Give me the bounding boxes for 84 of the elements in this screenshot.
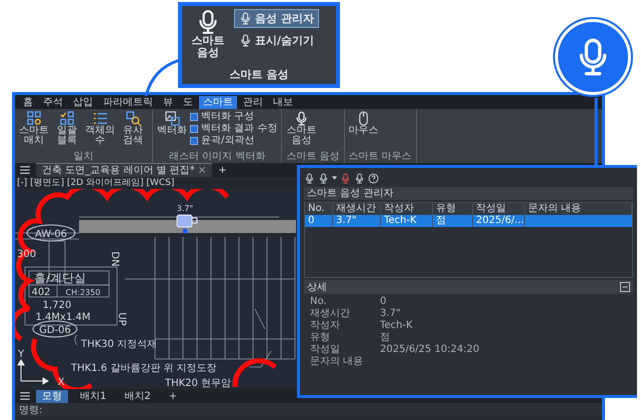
collapse-icon[interactable] xyxy=(620,282,630,292)
ribbon-tab[interactable]: 도 xyxy=(179,96,197,108)
ucs-axis-icon xyxy=(17,359,49,385)
drawing-text: 1,720 xyxy=(42,300,72,311)
smart-voice-button[interactable]: 스마트 음성 xyxy=(186,9,230,59)
table-cell: 2025/6/... xyxy=(473,215,525,227)
ribbon-tab[interactable]: 스마트 xyxy=(199,96,237,108)
field-value: 2025/6/25 10:24:20 xyxy=(380,344,480,356)
field-value: 3.7" xyxy=(380,308,402,320)
field-label: 문자의 내용 xyxy=(310,356,364,368)
ribbon-tab[interactable]: 관리 xyxy=(239,96,267,108)
ribbon-group-label: 일치 xyxy=(72,151,94,162)
drawing-text: 1.4Mx1.4M xyxy=(36,312,90,323)
field-label: 재생시간 xyxy=(310,308,351,320)
ribbon-group-label: 스마트 마우스 xyxy=(348,151,412,162)
search-icon xyxy=(126,111,140,126)
drawing-text: DN xyxy=(109,251,120,267)
ribbon-list-item[interactable]: 벡터화 결과 수정 xyxy=(190,123,278,134)
help-icon[interactable] xyxy=(368,172,379,184)
layout-tab[interactable]: + xyxy=(162,390,184,402)
tag-oval xyxy=(32,320,78,338)
menu-icon[interactable] xyxy=(20,392,30,400)
microphone-icon xyxy=(318,172,329,184)
ribbon-tool[interactable]: 객체의 수 xyxy=(85,111,115,146)
field-value: Tech-K xyxy=(380,320,414,332)
microphone-icon xyxy=(304,172,315,184)
table-cell: 0 xyxy=(305,215,333,227)
layout-tab[interactable]: 배치2 xyxy=(118,390,157,402)
drawing-text: CH:2350 xyxy=(66,288,100,297)
layout-tab[interactable]: 모형 xyxy=(36,390,68,402)
drawing-text: Y xyxy=(18,349,24,360)
menu-icon[interactable] xyxy=(20,166,30,174)
field-label: 작성자 xyxy=(310,320,341,332)
panel-title: 스마트 음성 관리자 xyxy=(304,187,633,200)
field-label: 작성일 xyxy=(310,344,341,356)
drawing-text: THK20 현무암 xyxy=(165,378,232,389)
detail-title: 상세 xyxy=(307,281,327,294)
callout-button[interactable]: 음성 관리자 xyxy=(234,9,320,28)
ribbon-group-label: 스마트 음성 xyxy=(286,151,340,162)
ribbon-tab[interactable]: 삽입 xyxy=(69,96,97,108)
layout-tab[interactable]: 배치1 xyxy=(74,390,112,402)
grid-search-icon xyxy=(26,111,42,126)
checklist-icon xyxy=(60,111,74,126)
tag-oval xyxy=(26,224,76,242)
ribbon-list-item[interactable]: 윤곽/외곽선 xyxy=(190,135,278,146)
ribbon-group-label: 래스터 이미지 벡터화 xyxy=(168,151,266,162)
table-cell: Tech-K xyxy=(381,215,433,227)
drawing-text: 3.7" xyxy=(176,204,194,213)
ribbon-tool[interactable]: 스마트 음성 xyxy=(286,111,316,146)
new-tab-button[interactable]: + xyxy=(218,164,227,176)
ribbon-tool[interactable]: 벡터화 xyxy=(157,111,187,146)
voice-note-marker xyxy=(176,214,198,228)
ribbon-tab[interactable]: 주석 xyxy=(39,96,67,108)
list-icon xyxy=(92,111,108,126)
table-cell: 3.7" xyxy=(333,215,381,227)
ribbon-tab[interactable]: 홈 xyxy=(19,96,37,108)
drawing-text: UP xyxy=(116,312,127,326)
ribbon-tab[interactable]: 내보 xyxy=(269,96,297,108)
image-icon xyxy=(164,111,180,126)
callout-button[interactable]: 표시/숨기기 xyxy=(234,31,320,50)
drawing-text: X xyxy=(58,377,64,388)
ribbon-list-item[interactable]: 벡터화 구성 xyxy=(190,111,278,122)
table-row[interactable]: 0 3.7" Tech-K 점 2025/6/... xyxy=(305,215,632,227)
drawing-text: AW-06 xyxy=(34,229,68,240)
drawing-text: 402 xyxy=(31,287,51,298)
ribbon-tool[interactable]: 마우스 xyxy=(348,111,379,136)
drawing-text: GD-06 xyxy=(39,325,71,336)
ribbon-group-label: 스마트 음성 xyxy=(230,67,288,82)
microphone-icon xyxy=(294,111,309,126)
field-value: 점 xyxy=(380,332,391,344)
field-label: No. xyxy=(310,296,328,308)
ribbon-tab[interactable]: 뷰 xyxy=(159,96,177,108)
ribbon-tool[interactable]: 유사 검색 xyxy=(118,111,148,146)
field-label: 유형 xyxy=(310,332,331,344)
field-value: 0 xyxy=(380,296,388,308)
ribbon-tool[interactable]: 스마트 매치 xyxy=(19,111,49,146)
ribbon-tab[interactable]: 파라메트릭 xyxy=(99,96,157,108)
drawing-text: THK1.6 갈바륨강판 위 지정도장 xyxy=(71,363,217,374)
document-tab[interactable]: 건축 도면_교육용 레이어 별 편집* × xyxy=(36,163,212,177)
grip-point[interactable] xyxy=(182,228,188,234)
drawing-text: 홀/계단실 xyxy=(34,271,86,285)
ribbon-tool[interactable]: 일괄 블록 xyxy=(52,111,82,146)
drawing-text: THK30 지정석재 xyxy=(81,339,158,350)
table-cell: 점 xyxy=(433,215,473,227)
